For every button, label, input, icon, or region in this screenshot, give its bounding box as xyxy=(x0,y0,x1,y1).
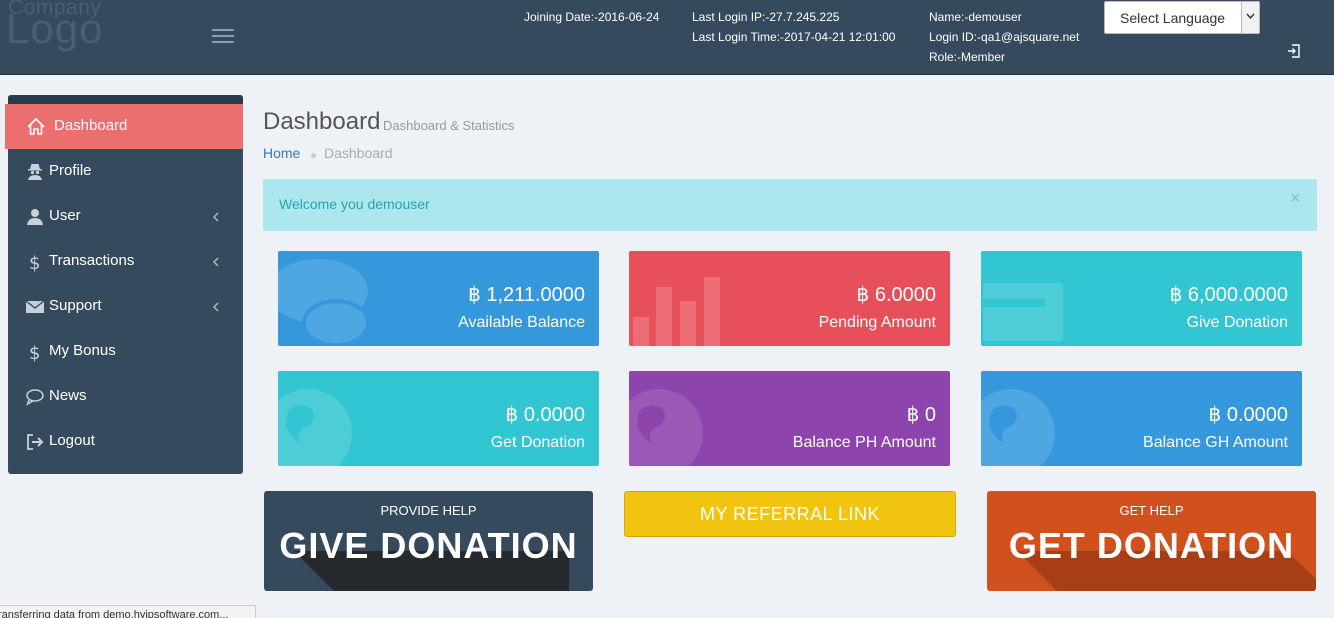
sidebar-item-dashboard[interactable]: Dashboard xyxy=(5,104,243,149)
stat-label: Pending Amount xyxy=(818,314,936,331)
get-help-label: GET HELP xyxy=(1119,503,1184,518)
stat-value: ฿ 6.0000 xyxy=(856,284,936,306)
stat-value: ฿ 0 xyxy=(906,404,936,426)
user-secret-icon xyxy=(25,162,45,182)
hamburger-menu-icon[interactable] xyxy=(212,29,234,45)
stat-tile-pending-amount[interactable]: ฿ 6.0000 Pending Amount xyxy=(629,251,950,346)
last-login-ip: Last Login IP:-27.7.245.225 xyxy=(692,10,840,24)
sidebar-item-label: News xyxy=(49,387,87,404)
breadcrumb-current: Dashboard xyxy=(324,145,393,161)
status-text: ransferring data from demo.hyipsoftware.… xyxy=(0,609,229,618)
stat-tile-balance-gh-amount[interactable]: ฿ 0.0000 Balance GH Amount xyxy=(981,371,1302,466)
sidebar-item-logout[interactable]: Logout xyxy=(8,419,243,464)
svg-text:$: $ xyxy=(29,253,40,272)
user-name: Name:-demouser xyxy=(929,10,1022,24)
sidebar-item-profile[interactable]: Profile xyxy=(8,149,243,194)
sidebar-item-user[interactable]: User xyxy=(8,194,243,239)
stat-label: Available Balance xyxy=(458,314,585,331)
envelope-icon xyxy=(25,297,45,317)
provide-help-label: PROVIDE HELP xyxy=(380,503,477,518)
user-role: Role:-Member xyxy=(929,50,1006,64)
chevron-left-icon xyxy=(211,210,221,224)
give-donation-button[interactable]: PROVIDE HELP GIVE DONATION xyxy=(264,491,593,591)
sidebar-item-label: User xyxy=(49,207,81,224)
sidebar-item-transactions[interactable]: $ Transactions xyxy=(8,239,243,284)
stat-label: Balance PH Amount xyxy=(792,434,936,451)
language-select-value: Select Language xyxy=(1120,10,1226,26)
page-subtitle: Dashboard & Statistics xyxy=(383,118,515,133)
stat-tile-give-donation[interactable]: ฿ 6,000.0000 Give Donation xyxy=(981,251,1302,346)
close-icon[interactable]: × xyxy=(1290,188,1301,209)
comment-icon xyxy=(25,387,45,407)
logo-line2: Logo xyxy=(6,5,104,52)
sidebar-item-news[interactable]: News xyxy=(8,374,243,419)
referral-link-button[interactable]: MY REFERRAL LINK xyxy=(624,491,956,537)
stat-value: ฿ 0.0000 xyxy=(505,404,585,426)
svg-text:$: $ xyxy=(29,343,40,362)
chevron-left-icon xyxy=(211,255,221,269)
sidebar-item-label: Logout xyxy=(49,432,95,449)
sign-out-icon xyxy=(25,432,45,452)
chevron-left-icon xyxy=(211,300,221,314)
top-header: Company Logo Joining Date:-2016-06-24 La… xyxy=(0,0,1334,75)
stat-value: ฿ 1,211.0000 xyxy=(468,284,585,306)
stat-tile-available-balance[interactable]: ฿ 1,211.0000 Available Balance xyxy=(278,251,599,346)
dollar-icon: $ xyxy=(25,342,45,364)
stat-value: ฿ 6,000.0000 xyxy=(1169,284,1288,306)
stat-label: Give Donation xyxy=(1186,314,1288,331)
alert-text: Welcome you demouser xyxy=(279,196,430,212)
last-login-time: Last Login Time:-2017-04-21 12:01:00 xyxy=(692,30,896,44)
breadcrumb-separator xyxy=(311,153,316,158)
get-donation-label: GET DONATION xyxy=(1008,525,1295,566)
give-donation-label: GIVE DONATION xyxy=(279,525,578,566)
breadcrumb-home[interactable]: Home xyxy=(263,145,300,161)
joining-date: Joining Date:-2016-06-24 xyxy=(524,10,660,24)
stat-label: Balance GH Amount xyxy=(1143,434,1288,451)
stat-tile-get-donation[interactable]: ฿ 0.0000 Get Donation xyxy=(278,371,599,466)
stat-tile-balance-ph-amount[interactable]: ฿ 0 Balance PH Amount xyxy=(629,371,950,466)
browser-status-bar: ransferring data from demo.hyipsoftware.… xyxy=(0,605,256,618)
language-select[interactable]: Select Language xyxy=(1104,1,1260,34)
sidebar-item-label: My Bonus xyxy=(49,342,116,359)
get-donation-button[interactable]: GET HELP GET DONATION xyxy=(987,491,1316,591)
stat-value: ฿ 0.0000 xyxy=(1208,404,1288,426)
sidebar: Dashboard Profile User $ Transactions Su… xyxy=(5,95,243,474)
user-icon xyxy=(25,207,45,227)
home-icon xyxy=(26,117,46,137)
sidebar-item-label: Transactions xyxy=(49,252,135,269)
company-logo[interactable]: Company Logo xyxy=(6,0,116,56)
sidebar-item-my-bonus[interactable]: $ My Bonus xyxy=(8,329,243,374)
chevron-down-icon[interactable] xyxy=(1241,2,1259,33)
sidebar-top-strip xyxy=(8,95,243,104)
sidebar-item-support[interactable]: Support xyxy=(8,284,243,329)
welcome-alert: Welcome you demouser × xyxy=(263,179,1317,231)
dollar-icon: $ xyxy=(25,252,45,274)
sign-out-icon[interactable] xyxy=(1287,44,1303,60)
stat-label: Get Donation xyxy=(490,434,585,451)
sidebar-item-label: Profile xyxy=(49,162,92,179)
sidebar-item-label: Dashboard xyxy=(54,117,128,134)
sidebar-item-label: Support xyxy=(49,297,102,314)
login-id: Login ID:-qa1@ajsquare.net xyxy=(929,30,1080,44)
page-title: Dashboard xyxy=(263,108,381,135)
